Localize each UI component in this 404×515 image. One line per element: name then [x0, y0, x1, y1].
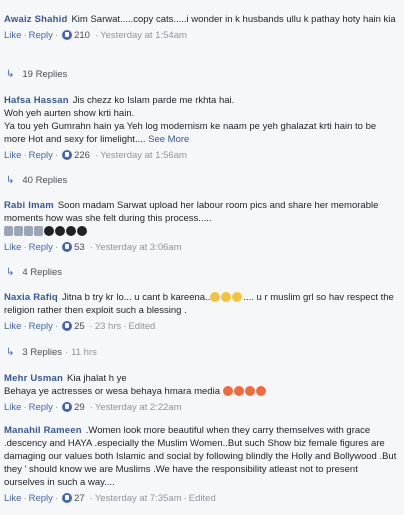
comment-author[interactable]: Mehr Usman	[4, 373, 63, 384]
comment-author[interactable]: Naxia Rafiq	[4, 292, 58, 303]
comment: Hafsa Hassan Jis chezz ko Islam parde me …	[0, 94, 404, 162]
comment-author[interactable]: Awaiz Shahid	[4, 14, 67, 25]
like-count[interactable]: 53	[74, 242, 85, 253]
replies-count[interactable]: 40 Replies	[22, 175, 67, 186]
like-link[interactable]: Like	[4, 242, 21, 253]
like-count[interactable]: 29	[74, 402, 85, 413]
comment: Awaiz Shahid Kim Sarwat.....copy cats....…	[0, 13, 404, 42]
bomb-emoji-icon	[44, 226, 54, 237]
angry-emoji-icon	[255, 386, 266, 397]
like-count[interactable]: 25	[74, 321, 85, 332]
reply-arrow-icon: ↳	[6, 346, 15, 358]
view-replies[interactable]: ↳ 40 Replies	[0, 172, 404, 188]
thumbs-up-icon	[62, 493, 73, 503]
comment-meta: Like · Reply · 53 · Yesterday at 3:06am	[4, 241, 182, 253]
comment-time[interactable]: 23 hrs	[95, 321, 121, 332]
edited-label[interactable]: Edited	[128, 321, 155, 332]
comment-meta: Like · Reply · 27 · Yesterday at 7:35am …	[4, 492, 216, 504]
like-link[interactable]: Like	[4, 30, 21, 41]
reply-link[interactable]: Reply	[29, 402, 53, 413]
reply-link[interactable]: Reply	[29, 150, 53, 161]
view-replies[interactable]: ↳ 3 Replies · 11 hrs	[0, 344, 404, 360]
comment-meta: Like · Reply · 210 · Yesterday at 1:54am	[4, 29, 187, 41]
replies-count[interactable]: 3 Replies	[22, 347, 62, 358]
reply-arrow-icon: ↳	[6, 266, 15, 278]
thumbs-up-icon	[62, 402, 73, 412]
family-emoji-icon	[24, 226, 33, 237]
see-more-link[interactable]: See More	[148, 134, 189, 145]
angry-emoji-icon	[233, 386, 244, 397]
bomb-emoji-icon	[77, 226, 87, 237]
like-link[interactable]: Like	[4, 150, 21, 161]
replies-time: 11 hrs	[71, 346, 97, 358]
laughing-emoji-icon	[232, 292, 243, 303]
comment: Naxia Rafiq Jitna b try kr lo... u cant b…	[0, 291, 404, 333]
emoji-row	[4, 225, 400, 238]
like-count[interactable]: 210	[74, 30, 90, 41]
comment-meta: Like · Reply · 226 · Yesterday at 1:56am	[4, 149, 187, 161]
reply-link[interactable]: Reply	[29, 493, 53, 504]
thumbs-up-icon	[62, 321, 73, 331]
comment: Rabi Imam Soon madam Sarwat upload her la…	[0, 199, 404, 254]
comment-text-line: Woh yeh aurten show krti hain.	[4, 108, 135, 119]
replies-count[interactable]: 4 Replies	[22, 267, 62, 278]
like-link[interactable]: Like	[4, 493, 21, 504]
reply-arrow-icon: ↳	[6, 68, 15, 80]
laughing-emoji-icon	[221, 292, 232, 303]
comment-text: Kim Sarwat.....copy cats.....i wonder in…	[71, 14, 396, 25]
comment-author[interactable]: Rabi Imam	[4, 200, 54, 211]
comment-author[interactable]: Hafsa Hassan	[4, 95, 69, 106]
comment-text-line: Behaya ye actresses or wesa behaya hmara…	[4, 386, 220, 397]
comment-meta: Like · Reply · 25 · 23 hrs · Edited	[4, 320, 156, 332]
reply-link[interactable]: Reply	[29, 242, 53, 253]
bomb-emoji-icon	[66, 226, 76, 237]
comment-time[interactable]: Yesterday at 1:56am	[100, 150, 187, 161]
comment-text: Soon madam Sarwat upload her labour room…	[4, 200, 379, 224]
comment-text: Jitna b try kr lo... u cant b kareena..	[61, 292, 211, 303]
thumbs-up-icon	[62, 30, 73, 40]
comment-time[interactable]: Yesterday at 2:22am	[95, 402, 182, 413]
comment-time[interactable]: Yesterday at 3:06am	[95, 242, 182, 253]
like-link[interactable]: Like	[4, 321, 21, 332]
reply-link[interactable]: Reply	[29, 30, 53, 41]
comment-time[interactable]: Yesterday at 7:35am	[95, 493, 182, 504]
comments-feed: Awaiz Shahid Kim Sarwat.....copy cats....…	[0, 0, 404, 515]
comment: Manahil Rameen .Women look more beautiful…	[0, 424, 404, 505]
bomb-emoji-icon	[55, 226, 65, 237]
family-emoji-icon	[4, 226, 13, 237]
comment-text: Kia jhalat h ye	[67, 373, 127, 384]
comment-author[interactable]: Manahil Rameen	[4, 425, 82, 436]
edited-label[interactable]: Edited	[189, 493, 216, 504]
thumbs-up-icon	[62, 242, 73, 252]
comment-meta: Like · Reply · 29 · Yesterday at 2:22am	[4, 401, 182, 413]
family-emoji-icon	[34, 226, 43, 237]
comment-text-line: Ya tou yeh Gumrahn hain ya Yeh log moder…	[4, 121, 377, 145]
family-emoji-icon	[14, 226, 23, 237]
thumbs-up-icon	[62, 150, 73, 160]
replies-count[interactable]: 19 Replies	[22, 69, 67, 80]
comment-text: Jis chezz ko Islam parde me rkhta hai.	[72, 95, 235, 106]
view-replies[interactable]: ↳ 19 Replies	[0, 66, 404, 82]
angry-emoji-icon	[244, 386, 255, 397]
like-count[interactable]: 27	[74, 493, 85, 504]
like-count[interactable]: 226	[74, 150, 90, 161]
laughing-emoji-icon	[210, 292, 221, 303]
like-link[interactable]: Like	[4, 402, 21, 413]
comment-time[interactable]: Yesterday at 1:54am	[100, 30, 187, 41]
view-replies[interactable]: ↳ 4 Replies	[0, 264, 404, 280]
reply-link[interactable]: Reply	[29, 321, 53, 332]
comment: Mehr Usman Kia jhalat h ye Behaya ye actr…	[0, 372, 404, 414]
angry-emoji-icon	[222, 386, 233, 397]
reply-arrow-icon: ↳	[6, 174, 15, 186]
